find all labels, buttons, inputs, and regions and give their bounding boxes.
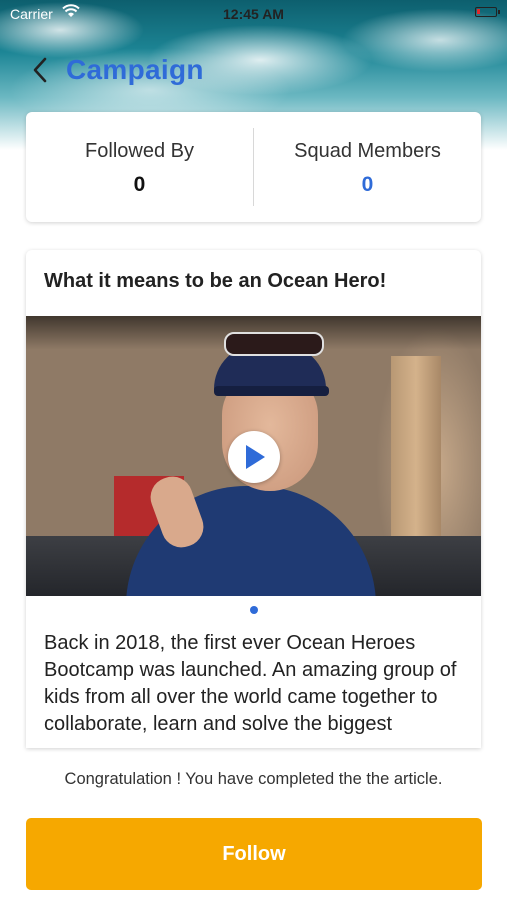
video-scene-person-brim [214, 386, 329, 396]
article-body: Back in 2018, the first ever Ocean Heroe… [44, 632, 457, 735]
squad-members-stat[interactable]: Squad Members 0 [254, 112, 481, 222]
navigation-bar: Campaign [0, 50, 507, 90]
article-title: What it means to be an Ocean Hero! [44, 270, 387, 292]
battery-icon [475, 7, 500, 17]
status-time: 12:45 AM [223, 6, 284, 22]
completion-message: Congratulation ! You have completed the … [64, 770, 443, 788]
back-chevron-icon[interactable] [30, 56, 50, 84]
video-scene-pillar [391, 356, 441, 556]
carousel-page-indicator [250, 606, 258, 614]
video-scene-sunglasses [224, 332, 324, 356]
followed-by-label: Followed By [85, 140, 194, 162]
play-button[interactable] [228, 431, 280, 483]
video-player[interactable] [26, 316, 481, 596]
page-title: Campaign [66, 54, 204, 85]
squad-members-label: Squad Members [294, 140, 441, 162]
stats-card: Followed By 0 Squad Members 0 [26, 112, 481, 222]
play-icon [246, 445, 265, 469]
article-card: What it means to be an Ocean Hero! Back … [26, 250, 481, 748]
followed-by-count: 0 [133, 173, 146, 196]
squad-members-count: 0 [361, 173, 374, 196]
status-bar: Carrier 12:45 AM [0, 0, 507, 28]
followed-by-stat[interactable]: Followed By 0 [26, 112, 253, 222]
follow-button[interactable]: Follow [26, 818, 482, 890]
